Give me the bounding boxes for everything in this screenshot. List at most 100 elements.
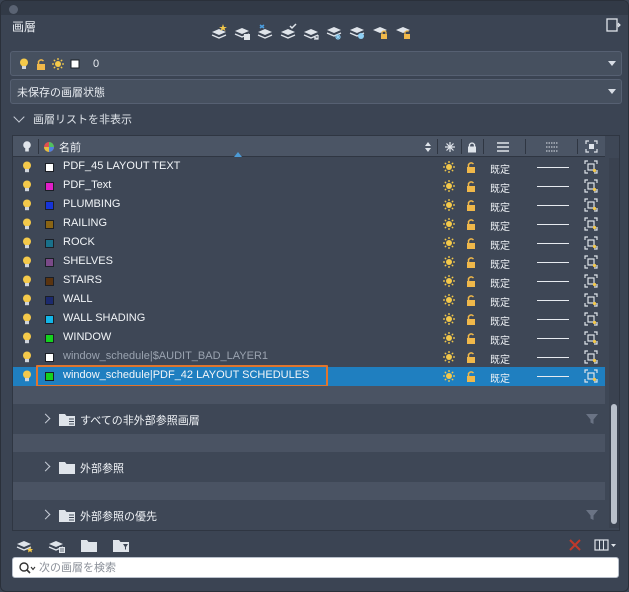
bulb-icon[interactable] <box>20 274 34 288</box>
layer-row[interactable]: WALL 既定 <box>13 291 605 310</box>
sun-icon[interactable] <box>442 255 456 269</box>
plot-icon[interactable] <box>584 217 598 231</box>
plot-icon[interactable] <box>584 236 598 250</box>
vertical-scrollbar[interactable] <box>609 158 619 528</box>
color-swatch[interactable] <box>45 163 54 172</box>
layer-row[interactable]: RAILING 既定 <box>13 215 605 234</box>
new-group-filter-icon[interactable] <box>15 536 35 554</box>
linetype-value[interactable]: 既定 <box>490 294 510 309</box>
plot-icon[interactable] <box>584 331 598 345</box>
column-lock[interactable] <box>464 136 480 157</box>
lineweight-line[interactable] <box>537 319 569 320</box>
sun-icon[interactable] <box>442 331 456 345</box>
column-sort-arrows[interactable] <box>422 136 434 157</box>
plot-icon[interactable] <box>584 293 598 307</box>
color-swatch[interactable] <box>45 220 54 229</box>
linetype-value[interactable]: 既定 <box>490 313 510 328</box>
lock-layer-icon[interactable] <box>371 23 389 41</box>
linetype-value[interactable]: 既定 <box>490 370 510 385</box>
plot-icon[interactable] <box>584 198 598 212</box>
group-all-non-xref[interactable]: すべての非外部参照画層 <box>13 404 605 434</box>
new-property-filter-icon[interactable] <box>47 536 67 554</box>
unlock-layer-icon[interactable] <box>394 23 412 41</box>
column-on-off[interactable] <box>19 136 35 157</box>
search-input[interactable] <box>39 560 609 575</box>
freeze-vp-icon[interactable] <box>325 23 343 41</box>
unlock-icon[interactable] <box>464 274 478 288</box>
layer-row[interactable]: PLUMBING 既定 <box>13 196 605 215</box>
bulb-icon[interactable] <box>20 350 34 364</box>
dock-panel-icon[interactable] <box>605 17 621 33</box>
bulb-icon[interactable] <box>20 236 34 250</box>
plot-icon[interactable] <box>584 274 598 288</box>
bulb-icon[interactable] <box>20 331 34 345</box>
search-icon[interactable] <box>18 561 36 575</box>
filter-icon[interactable] <box>585 412 599 426</box>
group-xref-override[interactable]: 外部参照の優先 <box>13 500 605 530</box>
lineweight-line[interactable] <box>537 243 569 244</box>
unlock-icon[interactable] <box>464 160 478 174</box>
unlock-icon[interactable] <box>464 198 478 212</box>
sun-icon[interactable] <box>442 369 456 383</box>
hide-layer-list-toggle[interactable]: 画層リストを非表示 <box>12 111 132 127</box>
lineweight-line[interactable] <box>537 338 569 339</box>
linetype-value[interactable]: 既定 <box>490 199 510 214</box>
sun-icon[interactable] <box>442 350 456 364</box>
plot-icon[interactable] <box>584 312 598 326</box>
new-layer-icon[interactable] <box>210 23 228 41</box>
linetype-value[interactable]: 既定 <box>490 218 510 233</box>
linetype-value[interactable]: 既定 <box>490 351 510 366</box>
color-swatch[interactable] <box>45 334 54 343</box>
linetype-value[interactable]: 既定 <box>490 237 510 252</box>
color-swatch[interactable] <box>45 315 54 324</box>
folder-filter-icon[interactable] <box>111 536 131 554</box>
lineweight-line[interactable] <box>537 186 569 187</box>
sun-icon[interactable] <box>442 160 456 174</box>
new-vp-freeze-layer-icon[interactable] <box>233 23 251 41</box>
color-swatch[interactable] <box>45 201 54 210</box>
plot-icon[interactable] <box>584 350 598 364</box>
unlock-icon[interactable] <box>464 312 478 326</box>
layer-row[interactable]: PDF_45 LAYOUT TEXT 既定 <box>13 158 605 177</box>
scrollbar-thumb[interactable] <box>611 404 617 524</box>
delete-layer-icon[interactable] <box>256 23 274 41</box>
bulb-icon[interactable] <box>20 217 34 231</box>
bulb-icon[interactable] <box>20 179 34 193</box>
lineweight-line[interactable] <box>537 357 569 358</box>
sun-icon[interactable] <box>442 217 456 231</box>
linetype-value[interactable]: 既定 <box>490 180 510 195</box>
layer-row[interactable]: SHELVES 既定 <box>13 253 605 272</box>
linetype-value[interactable]: 既定 <box>490 161 510 176</box>
unlock-icon[interactable] <box>464 369 478 383</box>
lineweight-line[interactable] <box>537 224 569 225</box>
current-layer-dropdown[interactable]: 0 <box>10 51 622 76</box>
unlock-icon[interactable] <box>464 293 478 307</box>
layer-row[interactable]: WINDOW 既定 <box>13 329 605 348</box>
sun-icon[interactable] <box>442 179 456 193</box>
plot-icon[interactable] <box>584 369 598 383</box>
folder-icon[interactable] <box>79 536 99 554</box>
column-linetype[interactable] <box>495 136 511 157</box>
close-button[interactable] <box>9 5 18 14</box>
unlock-icon[interactable] <box>464 217 478 231</box>
sun-icon[interactable] <box>442 236 456 250</box>
bulb-icon[interactable] <box>20 198 34 212</box>
bulb-icon[interactable] <box>20 255 34 269</box>
lineweight-line[interactable] <box>537 281 569 282</box>
bulb-icon[interactable] <box>20 160 34 174</box>
isolate-icon[interactable] <box>348 23 366 41</box>
plot-icon[interactable] <box>584 255 598 269</box>
bulb-icon[interactable] <box>20 293 34 307</box>
column-lineweight[interactable] <box>543 136 561 157</box>
lineweight-line[interactable] <box>537 262 569 263</box>
sun-icon[interactable] <box>442 312 456 326</box>
color-swatch[interactable] <box>45 182 54 191</box>
sun-icon[interactable] <box>442 198 456 212</box>
color-swatch[interactable] <box>45 353 54 362</box>
color-swatch[interactable] <box>45 239 54 248</box>
plot-icon[interactable] <box>584 179 598 193</box>
column-plot[interactable] <box>583 136 599 157</box>
lineweight-line[interactable] <box>537 205 569 206</box>
layer-row[interactable]: window_schedule|$AUDIT_BAD_LAYER1 既定 <box>13 348 605 367</box>
lineweight-line[interactable] <box>537 300 569 301</box>
